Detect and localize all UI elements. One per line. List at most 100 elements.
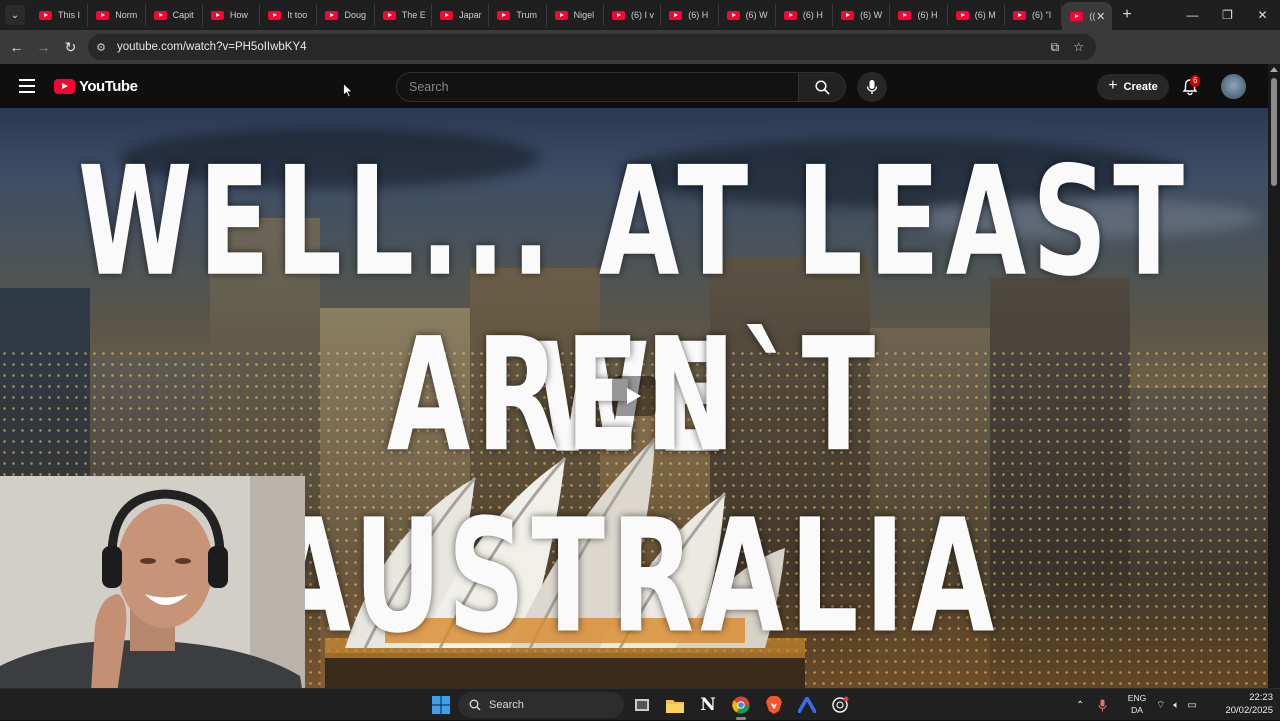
page-scrollbar[interactable] (1268, 64, 1280, 688)
youtube-favicon-icon (898, 10, 912, 20)
chatgpt-app-icon[interactable] (829, 694, 851, 716)
browser-tab[interactable]: (6) H (776, 4, 834, 26)
tab-title: Japar (459, 10, 482, 20)
restore-icon[interactable]: ❐ (1210, 0, 1245, 30)
browser-tab[interactable]: (6) I v (604, 4, 662, 26)
close-tab-icon[interactable]: ✕ (1096, 10, 1105, 23)
youtube-favicon-icon (554, 10, 568, 20)
browser-tab[interactable]: (6) M (948, 4, 1006, 26)
webcam-overlay (0, 476, 305, 688)
browser-tab[interactable]: (6) W (833, 4, 891, 26)
wifi-icon: ⌔ (1156, 699, 1166, 711)
voice-search-button[interactable] (857, 72, 887, 102)
youtube-favicon-icon (1013, 10, 1027, 20)
tab-title: Norm (115, 10, 138, 20)
youtube-favicon-icon (440, 10, 454, 20)
file-explorer-icon[interactable] (664, 694, 686, 716)
youtube-favicon-icon (611, 10, 625, 20)
youtube-logo[interactable]: YouTube (54, 78, 138, 95)
browser-tab[interactable]: This I (31, 4, 89, 26)
browser-tab[interactable]: How (203, 4, 261, 26)
reload-icon: ↻ (64, 38, 77, 55)
taskbar-clock[interactable]: 22:23 20/02/2025 (1215, 691, 1273, 717)
scrollbar-thumb[interactable] (1271, 78, 1277, 186)
back-button[interactable]: ← (3, 39, 30, 55)
keyboard-layout-code: DA (1131, 705, 1143, 715)
create-button[interactable]: + Create (1097, 74, 1169, 100)
youtube-logo-text: YouTube (79, 78, 138, 95)
search-box (396, 72, 798, 102)
browser-tab[interactable]: Japar (432, 4, 490, 26)
hamburger-menu-icon[interactable] (19, 79, 35, 93)
quick-settings[interactable]: ⌔ 🔈︎ ▭ (1156, 689, 1197, 721)
search-button[interactable] (798, 72, 846, 102)
system-tray: ⌃ (1076, 689, 1107, 721)
cast-icon[interactable]: ⧉ (1051, 40, 1060, 55)
browser-tab[interactable]: Nigel (547, 4, 604, 26)
omnibox[interactable]: ⚙ youtube.com/watch?v=PH5oIIwbKY4 ⧉ ☆ (88, 34, 1096, 60)
taskbar-search-label: Search (489, 699, 524, 711)
minimize-icon[interactable]: — (1175, 0, 1210, 30)
video-player[interactable]: WELL... AT LEAST WE AREN`T AUSTRALIA (0, 108, 1268, 688)
taskbar-search[interactable]: Search (458, 692, 624, 718)
browser-tab-active[interactable]: ((✕ (1062, 2, 1113, 30)
browser-tab[interactable]: Capit (146, 4, 203, 26)
youtube-favicon-icon (153, 10, 167, 20)
bookmark-star-icon[interactable]: ☆ (1073, 40, 1084, 55)
clock-time: 22:23 (1249, 692, 1273, 703)
browser-tab[interactable]: Norm (88, 4, 146, 26)
new-tab-button[interactable]: + (1122, 6, 1131, 24)
youtube-favicon-icon (210, 10, 224, 20)
mouse-cursor-icon (343, 83, 353, 98)
create-label: Create (1123, 81, 1158, 93)
arrow-left-icon: ← (9, 39, 24, 55)
windows-start-button[interactable] (430, 694, 452, 716)
window-controls: — ❐ ✕ (1175, 0, 1280, 30)
arc-app-icon[interactable] (796, 694, 818, 716)
search-input[interactable] (397, 73, 798, 101)
site-info-icon[interactable]: ⚙ (88, 41, 114, 54)
url-text[interactable]: youtube.com/watch?v=PH5oIIwbKY4 (117, 41, 307, 53)
play-button[interactable] (612, 376, 656, 416)
scroll-up-arrow-icon[interactable] (1270, 67, 1278, 72)
browser-tab[interactable]: It too (260, 4, 318, 26)
streamer-figure (0, 476, 305, 688)
forward-button[interactable]: → (30, 39, 57, 55)
tab-search-button[interactable]: ⌄ (5, 5, 25, 25)
browser-tab[interactable]: Doug (317, 4, 375, 26)
tray-overflow-chevron-icon[interactable]: ⌃ (1076, 700, 1084, 711)
tab-title: Capit (172, 10, 194, 20)
tab-title: This I (58, 10, 81, 20)
youtube-favicon-icon (1070, 11, 1084, 21)
youtube-favicon-icon (783, 10, 797, 20)
plus-icon: + (1108, 77, 1118, 94)
microphone-in-use-icon[interactable] (1098, 699, 1107, 712)
youtube-favicon-icon (268, 10, 282, 20)
youtube-favicon-icon (669, 10, 683, 20)
arrow-right-icon: → (36, 39, 51, 55)
browser-tab[interactable]: (6) H (890, 4, 948, 26)
browser-tab[interactable]: (6) W (719, 4, 776, 26)
tab-title: (6) H (802, 10, 823, 20)
reload-button[interactable]: ↻ (57, 39, 84, 56)
youtube-play-logo-icon (54, 79, 75, 94)
avatar[interactable] (1221, 74, 1246, 99)
microphone-icon (866, 80, 878, 94)
browser-tab[interactable]: (6) H (661, 4, 719, 26)
volume-icon: 🔈︎ (1173, 699, 1180, 711)
browser-tab[interactable]: Trum (489, 4, 547, 26)
input-language-indicator[interactable]: ENG DA (1125, 692, 1149, 716)
browser-tab[interactable]: (6) "I (1005, 4, 1063, 26)
battery-icon: ▭ (1187, 699, 1197, 711)
tab-title: (6) W (745, 10, 768, 20)
brave-icon[interactable] (763, 694, 785, 716)
youtube-favicon-icon (841, 10, 855, 20)
youtube-favicon-icon (955, 10, 969, 20)
close-window-icon[interactable]: ✕ (1245, 0, 1280, 30)
notion-app-icon[interactable]: N (697, 694, 719, 716)
task-view-icon[interactable] (631, 694, 653, 716)
youtube-favicon-icon (96, 10, 110, 20)
browser-tab[interactable]: The E (375, 4, 433, 26)
chrome-icon[interactable] (730, 694, 752, 716)
tab-title: (6) W (860, 10, 883, 20)
